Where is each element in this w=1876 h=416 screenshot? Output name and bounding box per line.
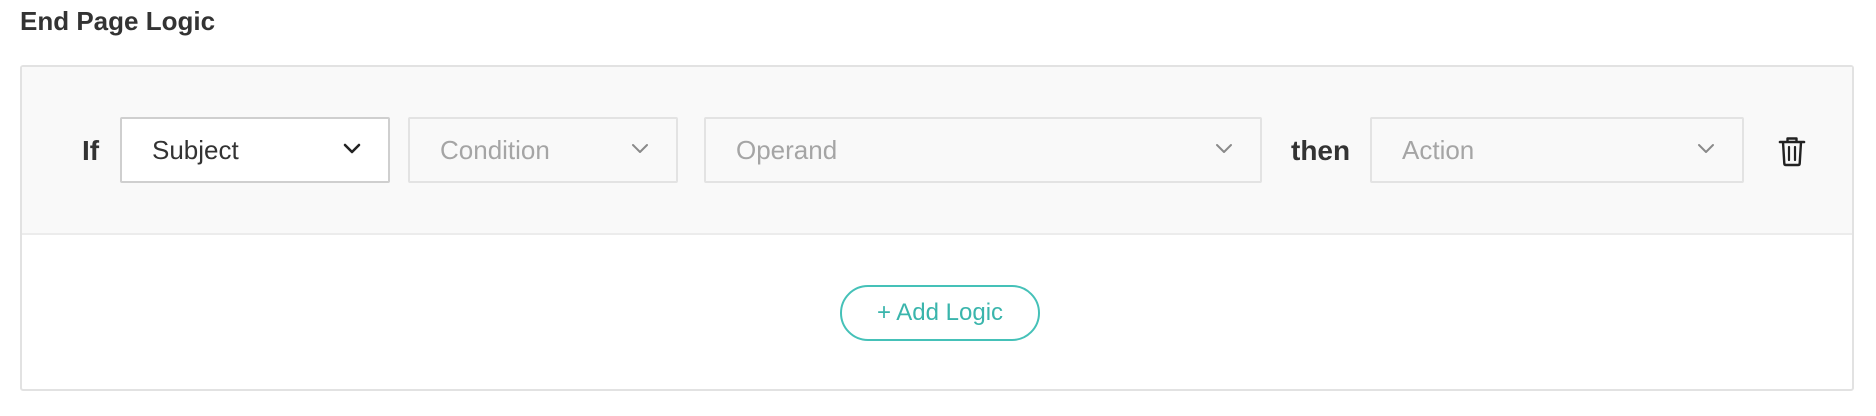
chevron-down-icon: [1698, 144, 1714, 153]
chevron-down-icon: [1216, 144, 1232, 153]
chevron-down-icon: [343, 143, 361, 154]
if-label: If: [82, 135, 100, 166]
operand-select[interactable]: Operand: [704, 117, 1262, 183]
logic-panel: If Subject Condition Operand then Action: [20, 65, 1854, 391]
action-select[interactable]: Action: [1370, 117, 1744, 183]
condition-select-placeholder: Condition: [440, 135, 550, 165]
action-select-placeholder: Action: [1402, 135, 1475, 165]
condition-select[interactable]: Condition: [408, 117, 678, 183]
subject-select-value: Subject: [152, 135, 239, 165]
operand-select-placeholder: Operand: [736, 135, 838, 165]
subject-select[interactable]: Subject: [120, 117, 390, 183]
logic-rule-row: If Subject Condition Operand then Action: [22, 67, 1852, 235]
page-title: End Page Logic: [20, 6, 216, 36]
add-logic-button[interactable]: + Add Logic: [840, 285, 1040, 341]
chevron-down-icon: [632, 144, 648, 153]
trash-icon[interactable]: [1777, 135, 1807, 167]
then-label: then: [1291, 135, 1351, 166]
